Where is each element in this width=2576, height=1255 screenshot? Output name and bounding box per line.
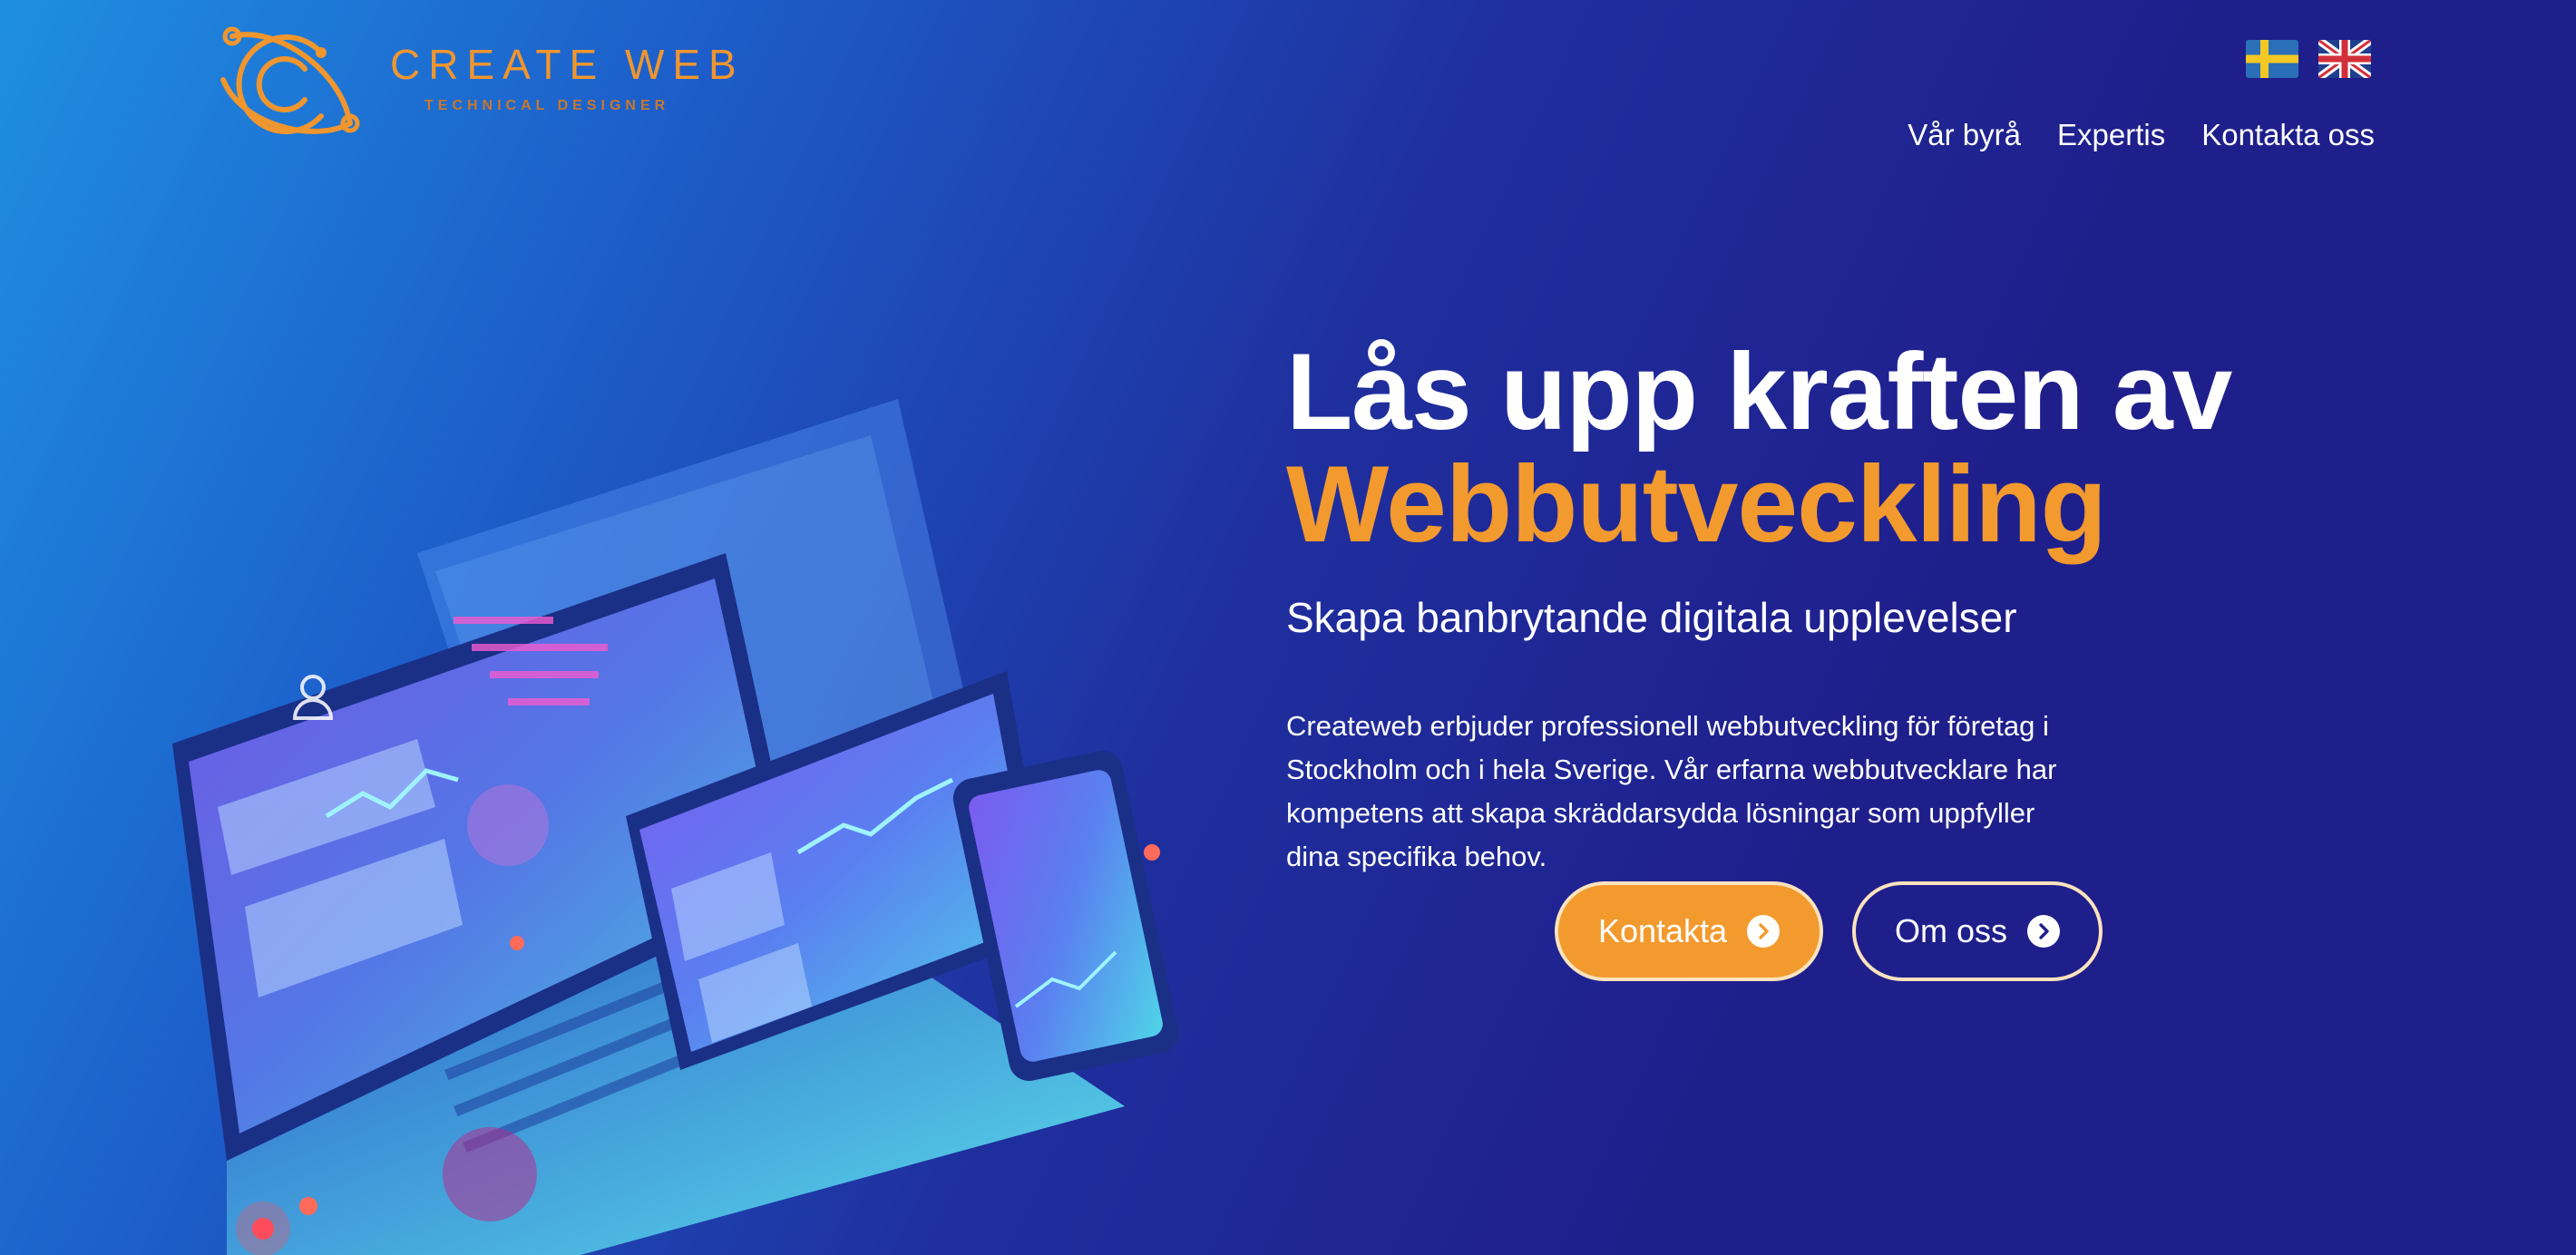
devices-web-development-illustration — [172, 399, 1179, 1255]
om-oss-button[interactable]: Om oss — [1852, 881, 2103, 981]
hero-title-line1: Lås upp kraften av — [1286, 331, 2232, 452]
hero-subtitle: Skapa banbrytande digitala upplevelser — [1286, 594, 2017, 641]
nav-item-kontakta-oss[interactable]: Kontakta oss — [2201, 118, 2375, 152]
chevron-right-circle-icon — [2027, 915, 2060, 948]
brand-logo[interactable]: CREATE WEB TECHNICAL DESIGNER — [214, 16, 740, 152]
brand-name: CREATE WEB — [390, 41, 745, 88]
hero-title-line2: Webbutveckling — [1286, 443, 2107, 565]
orbit-c-logo-icon — [220, 26, 360, 134]
chevron-right-circle-icon — [1747, 915, 1781, 948]
hero-description: Createweb erbjuder professionell webbutv… — [1286, 710, 2057, 872]
sweden-flag-icon[interactable] — [2246, 40, 2298, 78]
kontakta-button[interactable]: Kontakta — [1555, 881, 1823, 981]
language-switcher — [2246, 40, 2371, 80]
uk-flag-icon[interactable] — [2318, 40, 2371, 78]
om-oss-button-label: Om oss — [1894, 912, 2007, 949]
hero-title: Lås upp kraften av Webbutveckling — [1286, 336, 2465, 560]
nav-item-expertis[interactable]: Expertis — [2057, 118, 2165, 152]
main-nav: Vår byrå Expertis Kontakta oss — [1908, 118, 2375, 152]
brand-tagline: TECHNICAL DESIGNER — [424, 98, 670, 113]
kontakta-button-label: Kontakta — [1597, 912, 1728, 949]
nav-item-var-byra[interactable]: Vår byrå — [1908, 118, 2021, 152]
